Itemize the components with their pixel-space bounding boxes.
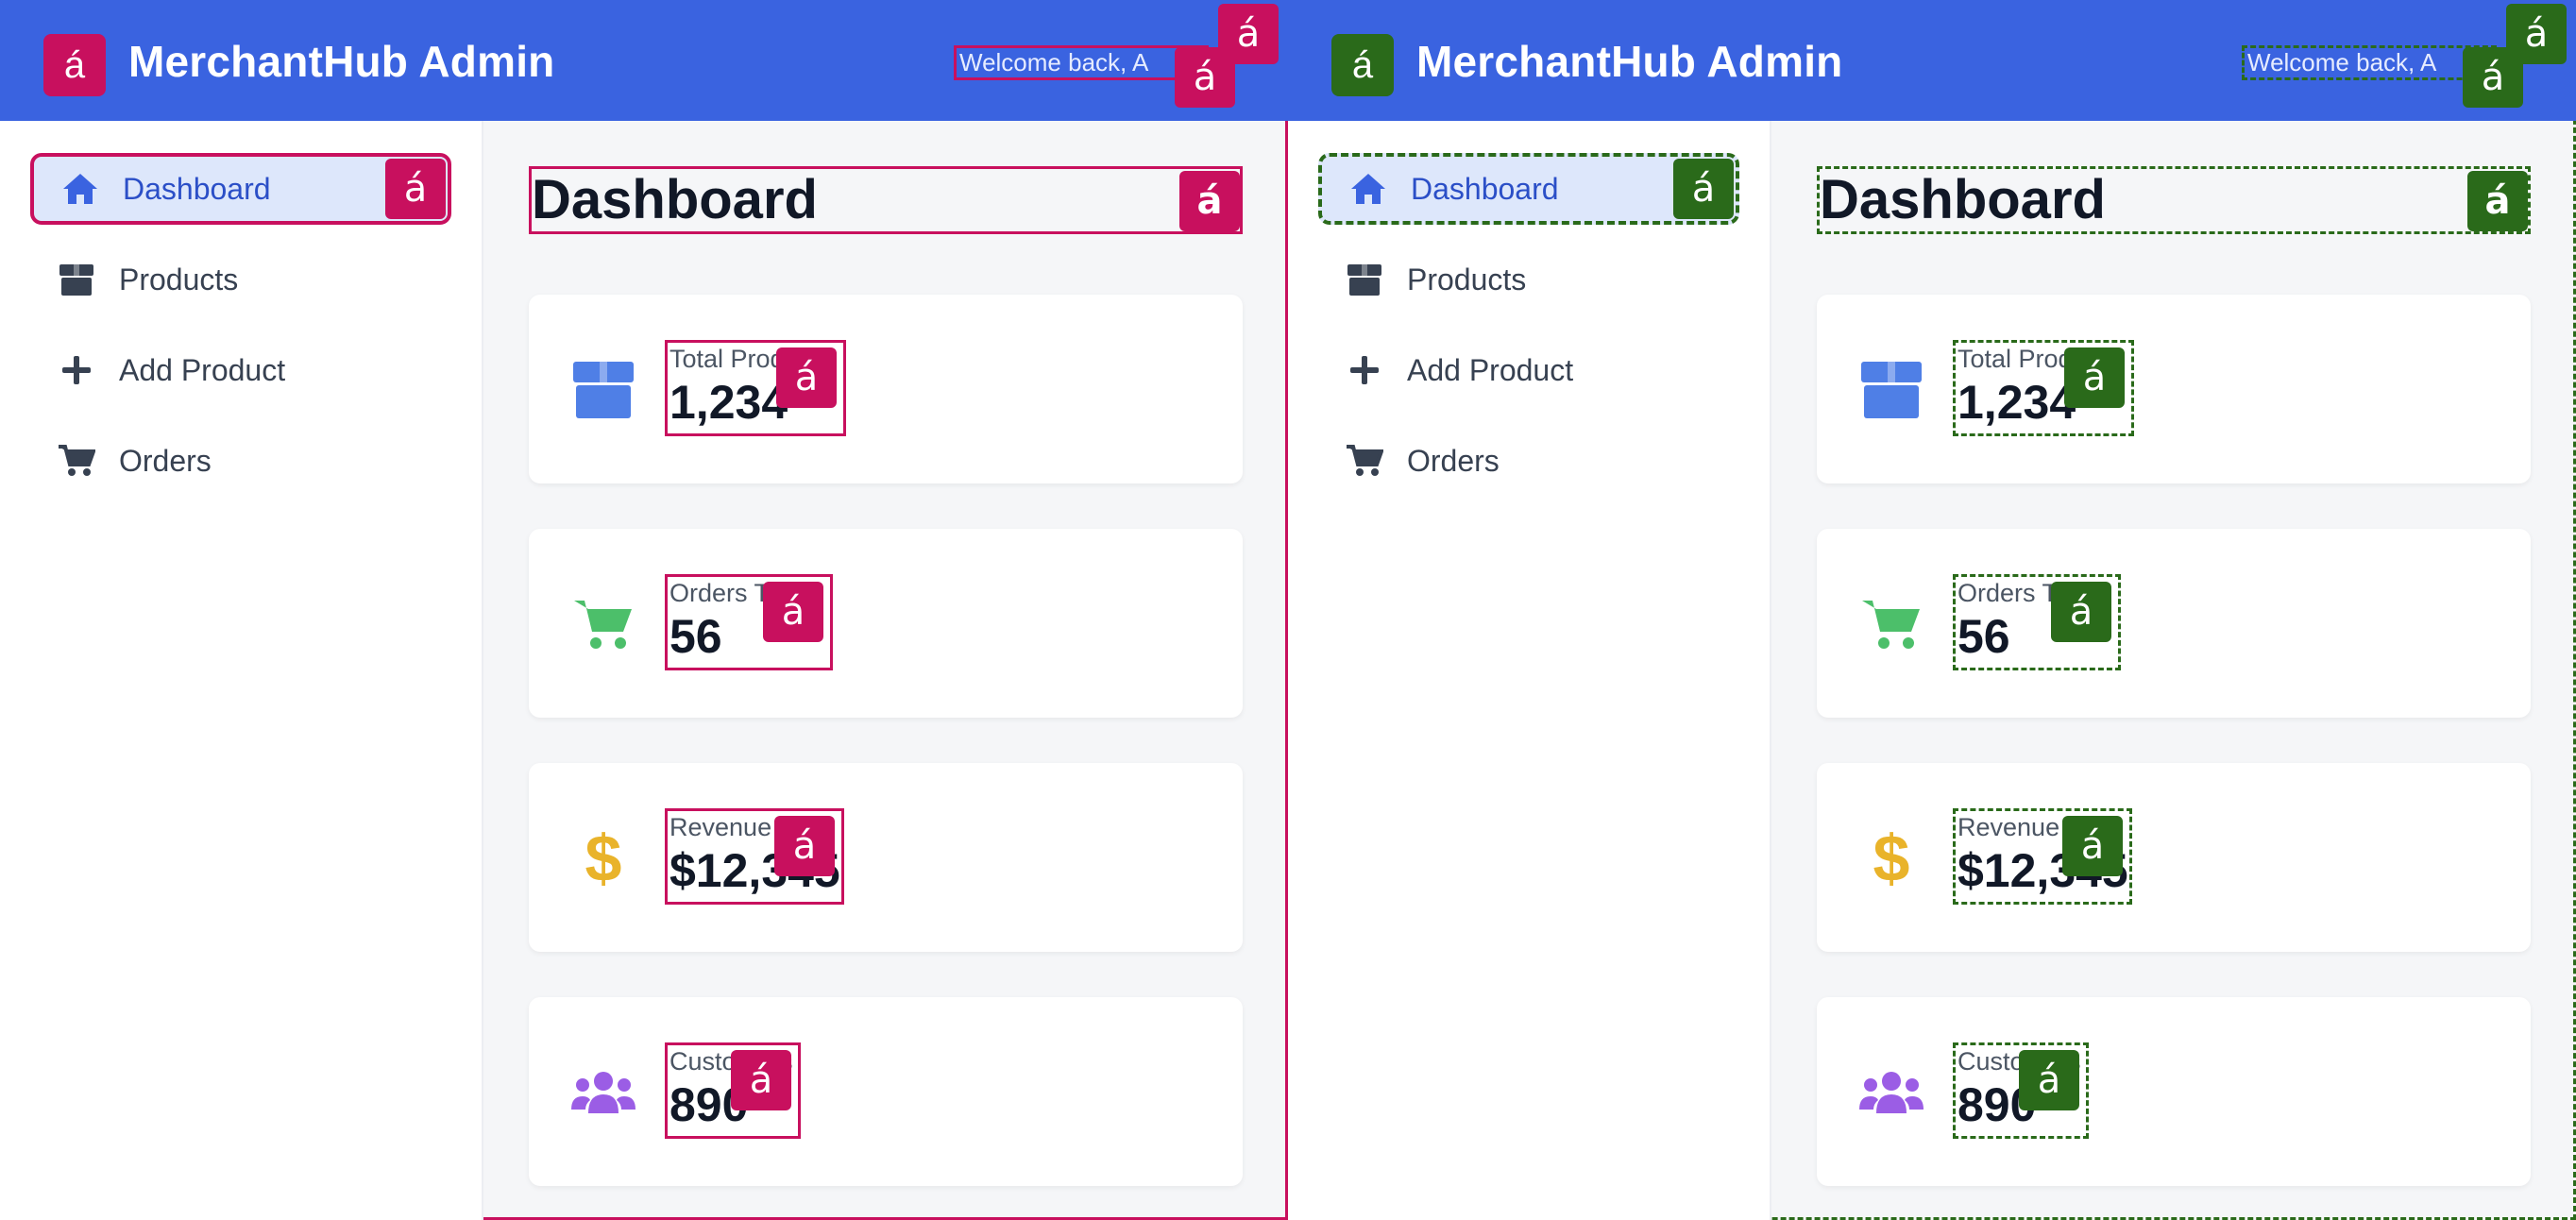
annotation-badge: á (1175, 47, 1235, 108)
sidebar-item-dashboard[interactable]: Dashboard á (1318, 153, 1739, 225)
annotation-badge: á (1179, 171, 1240, 231)
annotation-badge: á (774, 816, 835, 876)
sidebar: Dashboard á Products Add Product Orders (0, 121, 483, 1220)
home-icon (1348, 169, 1388, 209)
annotation-badge: á (385, 159, 446, 219)
panel-variant-b: á MerchantHub Admin Welcome back, A á á … (1288, 0, 2576, 1220)
stat-card-orders-today: Orders Today 56 á (529, 529, 1243, 718)
app-title: MerchantHub Admin (1416, 37, 1843, 86)
stat-card-revenue: $ Revenue $12,345 á (1817, 763, 2531, 952)
cart-icon (570, 591, 636, 657)
sidebar-item-label: Dashboard (123, 171, 271, 206)
annotation-badge: á (1673, 159, 1734, 219)
annotation-badge: á (731, 1050, 791, 1110)
panel-variant-a: á MerchantHub Admin Welcome back, A á á … (0, 0, 1288, 1220)
stat-card-orders-today: Orders Today 56 á (1817, 529, 2531, 718)
sidebar-item-add-product[interactable]: Add Product (30, 334, 451, 406)
box-icon (570, 357, 636, 423)
annotation-badge: á (2019, 1050, 2079, 1110)
sidebar-item-label: Orders (119, 443, 212, 478)
stat-card-customers: Customers 890 á (1817, 997, 2531, 1186)
users-icon (570, 1059, 636, 1126)
app-logo: á (43, 34, 106, 96)
stat-card-total-products: Total Products 1,234 á (529, 295, 1243, 483)
annotation-badge: á (776, 347, 837, 408)
users-icon (1858, 1059, 1924, 1126)
dollar-icon: $ (585, 822, 622, 895)
cart-icon (1858, 591, 1924, 657)
home-icon (60, 169, 100, 209)
box-icon (1858, 357, 1924, 423)
sidebar-item-orders[interactable]: Orders (30, 425, 451, 497)
cart-icon (57, 441, 96, 481)
cart-icon (1345, 441, 1384, 481)
top-header: á MerchantHub Admin Welcome back, A á á (0, 0, 1288, 121)
sidebar-item-label: Dashboard (1411, 171, 1559, 206)
box-icon (57, 260, 96, 299)
box-icon (1345, 260, 1384, 299)
annotation-badge: á (763, 582, 823, 642)
sidebar-item-dashboard[interactable]: Dashboard á (30, 153, 451, 225)
annotation-badge: á (2463, 47, 2523, 108)
page-title: Dashboard á (529, 166, 1243, 234)
sidebar-item-products[interactable]: Products (30, 244, 451, 315)
sidebar-item-label: Add Product (1407, 352, 1574, 387)
stat-card-revenue: $ Revenue $12,345 á (529, 763, 1243, 952)
sidebar-item-orders[interactable]: Orders (1318, 425, 1739, 497)
plus-icon (57, 350, 96, 390)
sidebar-item-label: Products (1407, 262, 1527, 297)
top-header: á MerchantHub Admin Welcome back, A á á (1288, 0, 2576, 121)
stat-card-customers: Customers 890 á (529, 997, 1243, 1186)
sidebar-item-products[interactable]: Products (1318, 244, 1739, 315)
main-content: Dashboard á Total Products 1,234 á Order… (1771, 121, 2576, 1220)
sidebar-item-label: Products (119, 262, 239, 297)
app-title: MerchantHub Admin (128, 37, 555, 86)
welcome-text: Welcome back, A (954, 45, 1209, 80)
sidebar-item-label: Add Product (119, 352, 286, 387)
sidebar-item-add-product[interactable]: Add Product (1318, 334, 1739, 406)
comparison-canvas: á MerchantHub Admin Welcome back, A á á … (0, 0, 2576, 1220)
sidebar: Dashboard á Products Add Product Orders (1288, 121, 1771, 1220)
welcome-text: Welcome back, A (2242, 45, 2497, 80)
annotation-badge: á (2051, 582, 2111, 642)
main-content: Dashboard á Total Products 1,234 á Order… (483, 121, 1288, 1220)
annotation-badge: á (2062, 816, 2123, 876)
dollar-icon: $ (1873, 822, 1910, 895)
app-logo: á (1331, 34, 1394, 96)
page-title: Dashboard á (1817, 166, 2531, 234)
stat-card-total-products: Total Products 1,234 á (1817, 295, 2531, 483)
annotation-badge: á (2467, 171, 2528, 231)
sidebar-item-label: Orders (1407, 443, 1500, 478)
plus-icon (1345, 350, 1384, 390)
annotation-badge: á (2064, 347, 2125, 408)
